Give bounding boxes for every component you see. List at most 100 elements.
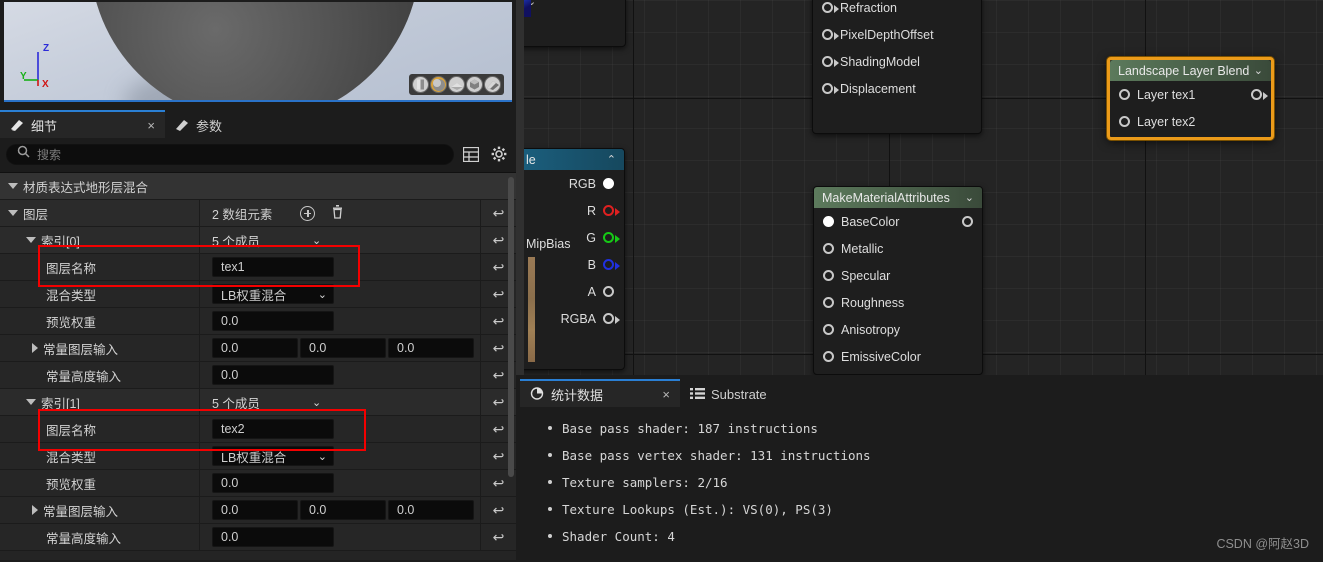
chevron-up-icon[interactable]: ⌃	[607, 153, 616, 166]
const-layer-y-1[interactable]: 0.0	[300, 500, 386, 520]
pin-row-displacement[interactable]: Displacement	[813, 75, 981, 102]
pin-row-pixeldepthoffset[interactable]: PixelDepthOffset	[813, 21, 981, 48]
expander-icon[interactable]	[32, 343, 38, 353]
pin-row-layer-tex2[interactable]: Layer tex2	[1110, 108, 1271, 135]
expander-icon[interactable]	[26, 399, 36, 405]
output-pin-b[interactable]	[603, 259, 620, 270]
stats-tabstrip[interactable]: 统计数据 × Substrate	[516, 375, 1323, 407]
node-landscape-layer-blend[interactable]: Landscape Layer Blend ⌄ Layer tex1 Layer…	[1107, 57, 1274, 140]
chevron-down-icon[interactable]: ⌄	[517, 0, 625, 11]
property-row-blend-type-0[interactable]: 混合类型 LB权重混合 ⌄ ↩	[0, 281, 516, 308]
details-tree[interactable]: 材质表达式地形层混合 图层 2 数组元素 ↩ 索引[0] 5 个成员 ⌄ ↩ 图…	[0, 172, 516, 560]
array-element-row-1[interactable]: 索引[1] 5 个成员 ⌄ ↩	[0, 389, 516, 416]
blend-type-select-1[interactable]: LB权重混合 ⌄	[212, 446, 334, 466]
add-element-icon[interactable]	[300, 205, 316, 221]
property-row-const-height-input-0[interactable]: 常量高度输入 0.0 ↩	[0, 362, 516, 389]
preview-shape-toolbar[interactable]	[409, 74, 504, 95]
pin-row-rgb[interactable]: RGB	[518, 170, 624, 197]
expander-icon[interactable]	[8, 210, 18, 216]
chevron-down-icon[interactable]: ⌄	[1254, 64, 1263, 77]
sphere-preview-icon[interactable]	[430, 76, 447, 93]
const-height-input-1[interactable]: 0.0	[212, 527, 334, 547]
array-element-row-0[interactable]: 索引[0] 5 个成员 ⌄ ↩	[0, 227, 516, 254]
property-row-preview-weight-1[interactable]: 预览权重 0.0 ↩	[0, 470, 516, 497]
pin-row-roughness[interactable]: Roughness	[814, 289, 982, 316]
pin-row-anisotropy[interactable]: Anisotropy	[814, 316, 982, 343]
output-pin-r[interactable]	[603, 205, 620, 216]
const-layer-y-0[interactable]: 0.0	[300, 338, 386, 358]
pin-row-specular[interactable]: Specular	[814, 262, 982, 289]
plane-preview-icon[interactable]	[448, 76, 465, 93]
search-input[interactable]: 搜索	[6, 143, 454, 165]
node-texture-sample[interactable]: le ⌃ RGB R G B A RGBA MipBias	[517, 148, 625, 370]
input-pin-shadingmodel[interactable]	[822, 56, 839, 67]
node-title[interactable]: Landscape Layer Blend ⌄	[1110, 60, 1271, 81]
output-pin-rgb[interactable]	[603, 178, 614, 189]
settings-gear-icon[interactable]	[488, 143, 510, 165]
expander-icon[interactable]	[26, 237, 36, 243]
input-pin-pixeldepthoffset[interactable]	[822, 29, 839, 40]
pin-row-metallic[interactable]: Metallic	[814, 235, 982, 262]
input-pin-layer-tex1[interactable]	[1119, 89, 1130, 100]
pin-row-layer-tex1[interactable]: Layer tex1	[1110, 81, 1271, 108]
property-row-const-height-input-1[interactable]: 常量高度输入 0.0 ↩	[0, 524, 516, 551]
input-pin-metallic[interactable]	[823, 243, 834, 254]
chevron-down-icon[interactable]: ⌄	[312, 234, 321, 247]
close-icon[interactable]: ×	[662, 388, 670, 401]
output-pin-blend[interactable]	[1251, 89, 1268, 100]
output-pin-materialattributes[interactable]	[962, 216, 973, 227]
const-layer-z-0[interactable]: 0.0	[388, 338, 474, 358]
cylinder-preview-icon[interactable]	[412, 76, 429, 93]
delete-all-icon[interactable]	[331, 204, 344, 222]
property-row-blend-type-1[interactable]: 混合类型 LB权重混合 ⌄ ↩	[0, 443, 516, 470]
close-icon[interactable]: ×	[147, 119, 155, 132]
input-pin-roughness[interactable]	[823, 297, 834, 308]
pin-row-shadingmodel[interactable]: ShadingModel	[813, 48, 981, 75]
output-pin-g[interactable]	[603, 232, 620, 243]
const-layer-x-0[interactable]: 0.0	[212, 338, 298, 358]
node-title[interactable]: le ⌃	[518, 149, 624, 170]
const-height-input-0[interactable]: 0.0	[212, 365, 334, 385]
pin-row-basecolor[interactable]: BaseColor	[814, 208, 982, 235]
layer-name-input-1[interactable]: tex2	[212, 419, 334, 439]
table-view-icon[interactable]	[460, 143, 482, 165]
property-row-preview-weight-0[interactable]: 预览权重 0.0 ↩	[0, 308, 516, 335]
input-pin-displacement[interactable]	[822, 83, 839, 94]
pin-row-emissivecolor[interactable]: EmissiveColor	[814, 343, 982, 370]
tab-statistics[interactable]: 统计数据 ×	[520, 379, 680, 407]
node-material-output[interactable]: AmbientOcclusion Refraction PixelDepthOf…	[812, 0, 982, 134]
details-scrollbar[interactable]	[508, 177, 514, 477]
node-title[interactable]: MakeMaterialAttributes ⌄	[814, 187, 982, 208]
revert-arrow-icon[interactable]: ↩	[480, 524, 516, 550]
chevron-down-icon[interactable]: ⌄	[312, 396, 321, 409]
output-pin-a[interactable]	[603, 286, 614, 297]
expander-icon[interactable]	[8, 183, 18, 189]
material-preview-viewport[interactable]: Z Y X	[4, 2, 512, 102]
pin-row-refraction[interactable]: Refraction	[813, 0, 981, 21]
array-header-row[interactable]: 图层 2 数组元素 ↩	[0, 200, 516, 227]
input-pin-refraction[interactable]	[822, 2, 839, 13]
pin-row-r[interactable]: R	[518, 197, 624, 224]
details-category-row[interactable]: 材质表达式地形层混合	[0, 173, 516, 200]
blend-type-select-0[interactable]: LB权重混合 ⌄	[212, 284, 334, 304]
preview-weight-input-1[interactable]: 0.0	[212, 473, 334, 493]
input-pin-anisotropy[interactable]	[823, 324, 834, 335]
input-pin-emissivecolor[interactable]	[823, 351, 834, 362]
input-pin-basecolor[interactable]	[823, 216, 834, 227]
layer-name-input-0[interactable]: tex1	[212, 257, 334, 277]
material-node-graph[interactable]: RGBA ⌄ le ⌃ RGB R G B	[516, 0, 1323, 375]
expander-icon[interactable]	[32, 505, 38, 515]
node-texture-top[interactable]: RGBA ⌄	[516, 0, 626, 47]
cube-preview-icon[interactable]	[466, 76, 483, 93]
input-pin-layer-tex2[interactable]	[1119, 116, 1130, 127]
output-pin-rgba[interactable]	[603, 313, 620, 324]
chevron-down-icon[interactable]: ⌄	[965, 191, 974, 204]
property-row-const-layer-input-1[interactable]: 常量图层输入 0.0 0.0 0.0 ↩	[0, 497, 516, 524]
tab-substrate[interactable]: Substrate	[680, 379, 777, 407]
const-layer-x-1[interactable]: 0.0	[212, 500, 298, 520]
tab-details[interactable]: 细节 ×	[0, 110, 165, 138]
input-pin-specular[interactable]	[823, 270, 834, 281]
custom-mesh-preview-icon[interactable]	[484, 76, 501, 93]
preview-weight-input-0[interactable]: 0.0	[212, 311, 334, 331]
property-row-layer-name-1[interactable]: 图层名称 tex2 ↩	[0, 416, 516, 443]
